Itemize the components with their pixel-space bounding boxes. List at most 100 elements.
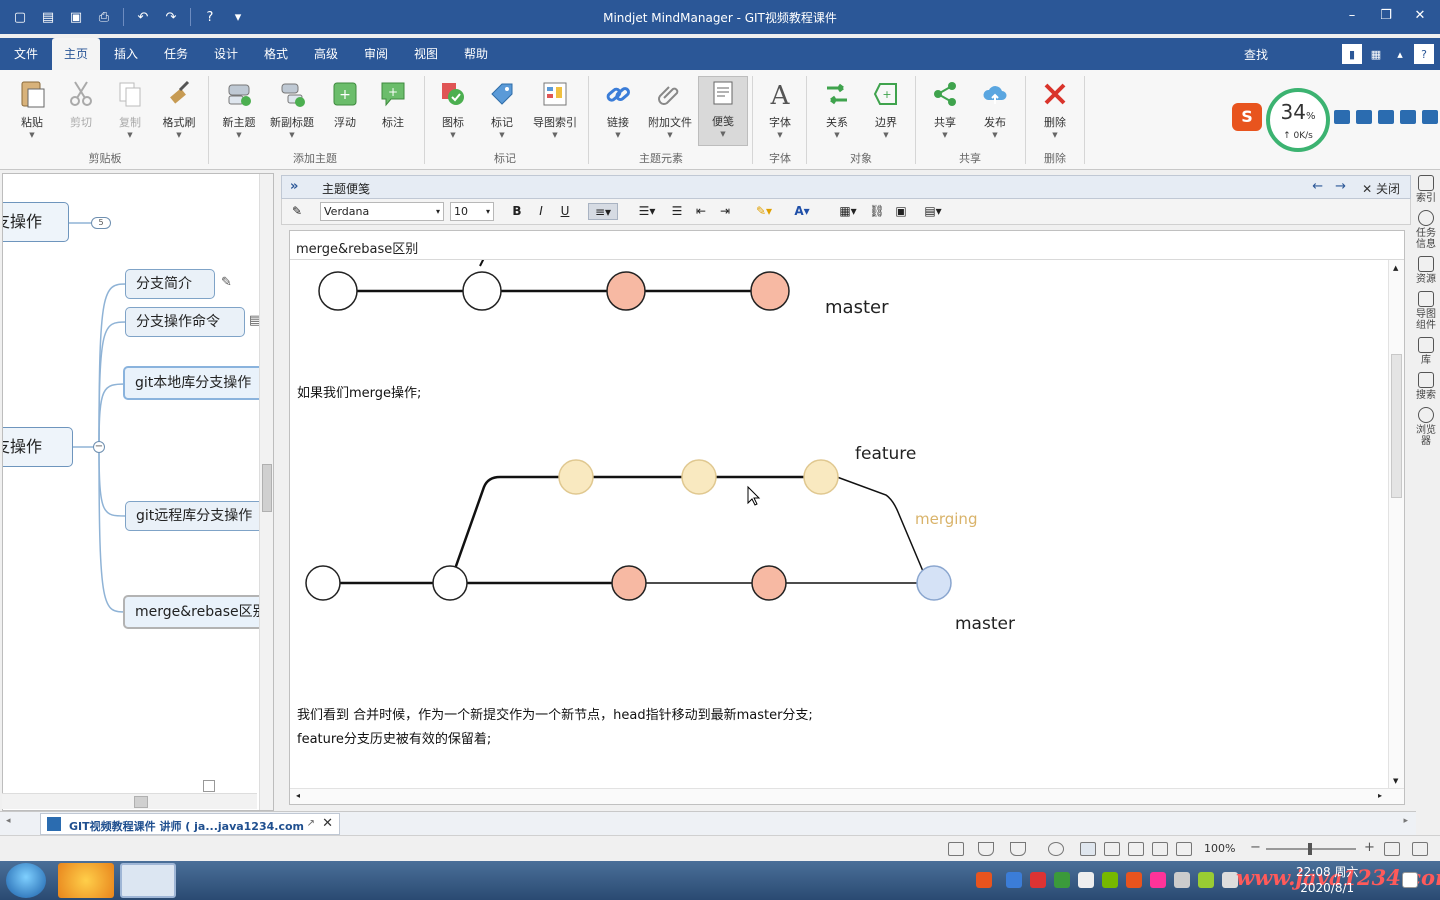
tray-red-icon[interactable] [1030, 872, 1046, 888]
keyboard-icon[interactable] [1356, 110, 1372, 124]
map-node-branch-commands[interactable]: 分支操作命令 [125, 307, 245, 337]
attach-file-button[interactable]: 附加文件 ▼ [645, 78, 695, 139]
format-painter-button[interactable]: 格式刷 ▼ [154, 78, 204, 139]
collapse-toggle[interactable]: − [93, 441, 105, 453]
presentation-icon[interactable] [1176, 842, 1192, 856]
notes-vertical-scroll-thumb[interactable] [1391, 354, 1402, 498]
tray-notification-icon[interactable] [1402, 872, 1418, 888]
find-label[interactable]: 查找 [1244, 46, 1268, 63]
zoom-slider-knob[interactable] [1308, 843, 1312, 855]
rail-task-info[interactable]: 任务信息 [1416, 210, 1436, 250]
tray-flower-icon[interactable] [1150, 872, 1166, 888]
scroll-down-icon[interactable]: ▼ [1393, 777, 1398, 785]
tab-review[interactable]: 审阅 [352, 38, 400, 70]
tray-app-icon[interactable] [1078, 872, 1094, 888]
cut-button[interactable]: 剪切 [56, 78, 106, 130]
tab-format[interactable]: 格式 [252, 38, 300, 70]
map-pane[interactable]: 支操作 5 支操作 − 分支简介 ✎ 分支操作命令 ▤ git本地库分支操作 g… [2, 173, 274, 811]
tab-design[interactable]: 设计 [202, 38, 250, 70]
page-icon[interactable] [1104, 842, 1120, 856]
grid-icon[interactable] [1422, 110, 1438, 124]
map-node-middle[interactable]: 支操作 [3, 427, 73, 467]
new-subtopic-button[interactable]: 新副标题 ▼ [264, 78, 320, 139]
network-speed-widget[interactable]: 34% ↑ 0K/s [1266, 88, 1330, 152]
map-node-git-remote[interactable]: git远程库分支操作 [125, 501, 273, 531]
start-button[interactable] [6, 863, 46, 898]
notes-button[interactable]: 便笺 ▼ [698, 76, 748, 146]
share-button[interactable]: 共享 ▼ [920, 78, 970, 139]
notes-horizontal-scrollbar[interactable]: ◂ ▸ [290, 788, 1404, 804]
decrease-indent-button[interactable]: ⇤ [692, 203, 710, 220]
minimize-button[interactable]: – [1338, 4, 1366, 26]
zoom-out-icon[interactable]: − [1250, 840, 1261, 855]
window-layout-icon[interactable] [1412, 842, 1428, 856]
document-tab[interactable]: GIT视频教程课件 讲师 ( ja...java1234.com ↗ ✕ [40, 813, 340, 835]
close-window-button[interactable]: ✕ [1406, 4, 1434, 26]
tray-cube-icon[interactable] [1006, 872, 1022, 888]
font-size-select[interactable]: 10 ▾ [450, 202, 494, 221]
filter-icon[interactable] [978, 842, 994, 856]
map-vertical-scrollbar[interactable] [259, 174, 273, 810]
help-button-icon[interactable]: ? [1414, 44, 1434, 64]
microphone-icon[interactable] [1334, 110, 1350, 124]
tab-insert[interactable]: 插入 [102, 38, 150, 70]
notes-document[interactable]: merge&rebase区别 master 如果我们merge操作; featu… [289, 230, 1405, 805]
tray-nvidia-icon[interactable] [1102, 872, 1118, 888]
tray-shield-icon[interactable] [1054, 872, 1070, 888]
close-notes-button[interactable]: ✕ 关闭 [1362, 180, 1400, 197]
scroll-left-icon[interactable]: ◂ [296, 791, 300, 800]
increase-indent-button[interactable]: ⇥ [716, 203, 734, 220]
callout-button[interactable]: + 标注 [368, 78, 418, 130]
tab-view[interactable]: 视图 [402, 38, 450, 70]
tab-scroll-left-icon[interactable]: ◂ [6, 816, 11, 826]
icon-marker-button[interactable]: 图标 ▼ [428, 78, 478, 139]
collapse-ribbon-icon[interactable]: ▴ [1390, 44, 1410, 64]
taskbar-app-icon[interactable] [58, 863, 114, 898]
expand-pane-icon[interactable]: » [290, 179, 298, 194]
sogou-input-icon[interactable]: S [1232, 103, 1262, 131]
outline-view-icon[interactable] [948, 842, 964, 856]
scroll-right-icon[interactable]: ▸ [1378, 791, 1382, 800]
map-node-top[interactable]: 支操作 [3, 202, 69, 242]
up-arrow-icon[interactable] [1400, 110, 1416, 124]
restore-button[interactable]: ❐ [1372, 4, 1400, 26]
system-clock[interactable]: 22:08 周六 2020/8/1 [1296, 864, 1358, 896]
fit-window-icon[interactable] [1384, 842, 1400, 856]
taskbar-mindmanager-icon[interactable] [120, 863, 176, 898]
bullet-list-button[interactable]: ☰ [668, 203, 686, 220]
subtopic-count-badge[interactable]: 5 [91, 217, 111, 229]
floating-topic-button[interactable]: + 浮动 [320, 78, 370, 130]
tab-task[interactable]: 任务 [152, 38, 200, 70]
tab-advanced[interactable]: 高级 [302, 38, 350, 70]
map-horizontal-scroll-thumb[interactable] [134, 796, 148, 808]
tab-popout-icon[interactable]: ↗ [307, 818, 315, 829]
tray-network-icon[interactable] [1174, 872, 1190, 888]
rail-resources[interactable]: 资源 [1416, 256, 1436, 285]
underline-button[interactable]: U [556, 203, 574, 220]
map-index-button[interactable]: 导图索引 ▼ [528, 78, 582, 139]
link-button[interactable]: 链接 ▼ [593, 78, 643, 139]
close-tab-icon[interactable]: ✕ [322, 816, 333, 831]
new-topic-button[interactable]: 新主题 ▼ [214, 78, 264, 139]
tray-sogou-icon[interactable] [976, 872, 992, 888]
zoom-in-icon[interactable]: + [1364, 840, 1375, 855]
boundary-button[interactable]: + 边界 ▼ [861, 78, 911, 139]
map-vertical-scroll-thumb[interactable] [262, 464, 272, 512]
more-options-button[interactable]: ▤▾ [918, 203, 948, 220]
next-topic-icon[interactable]: → [1335, 179, 1346, 194]
insert-link-button[interactable]: ⛓ [868, 203, 886, 220]
scroll-up-icon[interactable]: ▲ [1393, 264, 1398, 272]
rail-search[interactable]: 搜索 [1416, 372, 1436, 401]
tab-help[interactable]: 帮助 [452, 38, 500, 70]
paste-button[interactable]: 粘贴 ▼ [7, 78, 57, 139]
layout-view-icon[interactable] [1128, 842, 1144, 856]
highlight-color-button[interactable]: ✎▾ [750, 203, 778, 220]
focus-icon[interactable] [1048, 842, 1064, 856]
rail-map-parts[interactable]: 导图组件 [1416, 291, 1436, 331]
font-family-select[interactable]: Verdana ▾ [320, 202, 444, 221]
zoom-slider[interactable] [1266, 843, 1356, 855]
font-color-button[interactable]: A▾ [788, 203, 816, 220]
font-button[interactable]: A 字体 ▼ [755, 78, 805, 139]
insert-table-button[interactable]: ▦▾ [834, 203, 862, 220]
tab-home[interactable]: 主页 [52, 38, 100, 70]
